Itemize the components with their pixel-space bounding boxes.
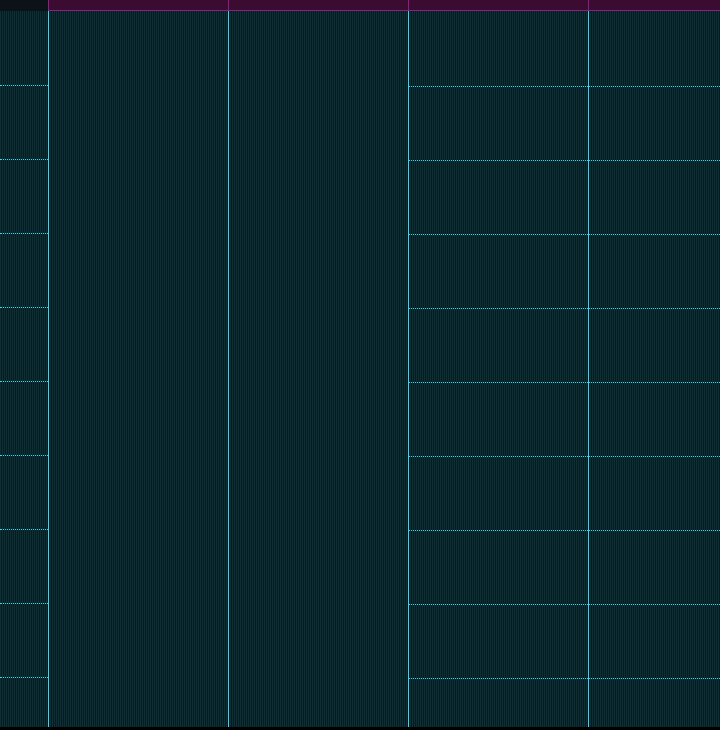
pane-row-divider (409, 530, 720, 531)
column-divider[interactable] (588, 11, 589, 727)
pane-row-divider (409, 382, 720, 383)
pane-row-divider (409, 678, 720, 679)
column-header-bar (0, 0, 720, 11)
grid-canvas[interactable] (0, 11, 720, 727)
header-separator (48, 0, 49, 11)
grid-viewport (0, 0, 720, 730)
gutter-row-divider (0, 677, 48, 678)
gutter-row-divider (0, 603, 48, 604)
column-divider[interactable] (408, 11, 409, 727)
pane-row-divider (409, 308, 720, 309)
pane-row-divider (409, 604, 720, 605)
gutter-row-divider (0, 159, 48, 160)
gutter-row-divider (0, 85, 48, 86)
header-separator (228, 0, 229, 11)
pane-row-divider (409, 456, 720, 457)
pane-row-divider (409, 234, 720, 235)
column-divider[interactable] (228, 11, 229, 727)
column-divider[interactable] (48, 11, 49, 727)
header-separator (408, 0, 409, 11)
gutter-row-divider (0, 307, 48, 308)
header-gutter (0, 0, 48, 11)
pane-row-divider (409, 160, 720, 161)
gutter-row-divider (0, 233, 48, 234)
gutter-row-divider (0, 455, 48, 456)
header-separator (588, 0, 589, 11)
gutter-row-divider (0, 381, 48, 382)
pane-row-divider (409, 86, 720, 87)
gutter-row-divider (0, 529, 48, 530)
